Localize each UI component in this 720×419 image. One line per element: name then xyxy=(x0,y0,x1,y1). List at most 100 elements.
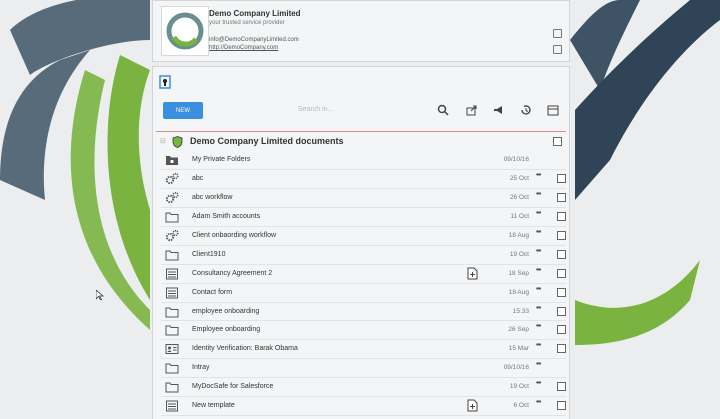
more-options-icon[interactable]: ••• xyxy=(536,305,541,312)
row-checkbox[interactable] xyxy=(557,173,566,183)
folder-title: Demo Company Limited documents xyxy=(190,136,344,146)
list-item[interactable]: My Private Folders 09/10/16 xyxy=(161,151,566,170)
more-options-icon[interactable]: ••• xyxy=(536,267,541,274)
item-name[interactable]: abc xyxy=(192,175,203,182)
shield-icon xyxy=(172,136,183,148)
history-icon[interactable] xyxy=(520,104,532,116)
list-item[interactable]: New template 6 Oct ••• xyxy=(161,397,566,417)
item-date: 26 Sep xyxy=(508,326,529,334)
item-date: 18 Aug xyxy=(508,288,529,296)
row-checkbox[interactable] xyxy=(557,306,566,316)
more-options-icon[interactable]: ••• xyxy=(536,210,541,217)
folder-header: ⊟ Demo Company Limited documents xyxy=(156,133,566,151)
megaphone-icon[interactable] xyxy=(493,104,505,116)
item-name[interactable]: My Private Folders xyxy=(192,156,250,163)
item-date: 15 Mar xyxy=(508,345,529,353)
item-date: 11 Oct xyxy=(510,212,529,220)
item-name[interactable]: Contact form xyxy=(192,289,232,296)
share-icon[interactable] xyxy=(466,104,478,116)
more-options-icon[interactable]: ••• xyxy=(536,323,541,330)
expand-icon[interactable]: ⊟ xyxy=(160,137,166,145)
folder-icon xyxy=(165,305,179,319)
item-name[interactable]: Consultancy Agreement 2 xyxy=(192,270,272,277)
row-checkbox[interactable] xyxy=(557,192,566,202)
item-name[interactable]: abc workflow xyxy=(192,194,232,201)
new-button[interactable]: NEW xyxy=(163,102,203,119)
more-options-icon[interactable]: ••• xyxy=(536,380,541,387)
row-checkbox[interactable] xyxy=(557,325,566,335)
item-date: 09/10/16 xyxy=(503,364,529,372)
item-name[interactable]: Identity Verification: Barak Obama xyxy=(192,345,298,352)
item-date: 19 Oct xyxy=(509,250,529,258)
list-item[interactable]: Consultancy Agreement 2 18 Sep ••• xyxy=(161,265,566,284)
select-all-checkbox[interactable] xyxy=(553,137,562,146)
calendar-icon[interactable] xyxy=(547,104,559,116)
list-item[interactable]: abc 25 Oct ••• xyxy=(161,170,566,189)
more-options-icon[interactable]: ••• xyxy=(536,399,541,406)
list-item[interactable]: Intray 09/10/16 ••• xyxy=(161,359,566,379)
item-name[interactable]: Client onbaording workflow xyxy=(192,232,276,239)
toolbar-divider xyxy=(156,131,566,132)
form-icon xyxy=(165,399,179,413)
item-date: 15:33 xyxy=(512,307,529,315)
list-item[interactable]: Employee onboarding 26 Sep ••• xyxy=(161,321,566,341)
folder-lock-icon xyxy=(165,153,179,167)
folder-icon xyxy=(165,323,179,337)
row-checkbox[interactable] xyxy=(557,249,566,259)
item-name[interactable]: Intray xyxy=(192,364,210,371)
search-input[interactable]: Search in... xyxy=(298,106,358,113)
gears-icon xyxy=(165,172,179,186)
item-date: 6 Oct xyxy=(513,402,529,410)
more-options-icon[interactable]: ••• xyxy=(536,361,541,368)
add-document-icon[interactable] xyxy=(467,399,478,412)
list-item[interactable]: Client onbaording workflow 18 Aug ••• xyxy=(161,227,566,246)
more-options-icon[interactable]: ••• xyxy=(536,191,541,198)
item-name[interactable]: MyDocSafe for Salesforce xyxy=(192,383,273,390)
close-icon[interactable] xyxy=(553,45,562,54)
row-checkbox[interactable] xyxy=(557,268,566,278)
list-item[interactable]: MyDocSafe for Salesforce 19 Oct ••• xyxy=(161,378,566,398)
folder-icon xyxy=(165,210,179,224)
save-icon[interactable] xyxy=(553,29,562,38)
item-name[interactable]: Client1910 xyxy=(192,251,225,258)
folder-icon xyxy=(165,361,179,375)
item-date: 18 Aug xyxy=(508,231,529,239)
more-options-icon[interactable]: ••• xyxy=(536,342,541,349)
row-checkbox[interactable] xyxy=(557,287,566,297)
form-icon xyxy=(165,267,179,281)
company-name: Demo Company Limited xyxy=(209,9,301,18)
row-checkbox[interactable] xyxy=(557,230,566,240)
list-item[interactable]: abc workflow 26 Oct ••• xyxy=(161,189,566,208)
mydocsafe-logo-icon xyxy=(159,75,171,89)
list-item[interactable]: Client1910 19 Oct ••• xyxy=(161,246,566,265)
documents-panel: NEW Search in... ⊟ Demo Company Limited … xyxy=(152,66,570,419)
list-item[interactable]: Adam Smith accounts 11 Oct ••• xyxy=(161,208,566,227)
list-item[interactable]: Identity Verification: Barak Obama 15 Mar… xyxy=(161,340,566,360)
row-checkbox[interactable] xyxy=(557,344,566,354)
add-document-icon[interactable] xyxy=(467,267,478,280)
mouse-cursor-icon xyxy=(96,290,104,300)
list-item[interactable]: Contact form 18 Aug ••• xyxy=(161,284,566,303)
folder-icon xyxy=(165,380,179,394)
more-options-icon[interactable]: ••• xyxy=(536,172,541,179)
company-email[interactable]: info@DemoCompanyLimited.com xyxy=(209,37,299,43)
more-options-icon[interactable]: ••• xyxy=(536,229,541,236)
more-options-icon[interactable]: ••• xyxy=(536,248,541,255)
gears-icon xyxy=(165,229,179,243)
more-options-icon[interactable]: ••• xyxy=(536,286,541,293)
item-name[interactable]: Employee onboarding xyxy=(192,326,260,333)
company-url[interactable]: http://DemoCompany.com xyxy=(209,45,278,51)
item-name[interactable]: New template xyxy=(192,402,235,409)
document-list: My Private Folders 09/10/16 abc 25 Oct ••• ab… xyxy=(161,151,566,417)
item-date: 26 Oct xyxy=(509,193,529,201)
item-name[interactable]: employee onboarding xyxy=(192,308,259,315)
row-checkbox[interactable] xyxy=(557,211,566,221)
company-card: Demo Company Limited your trusted servic… xyxy=(152,0,570,62)
item-name[interactable]: Adam Smith accounts xyxy=(192,213,260,220)
row-checkbox[interactable] xyxy=(557,401,566,411)
item-date: 09/10/16 xyxy=(503,156,529,163)
item-date: 18 Sep xyxy=(508,269,529,277)
list-item[interactable]: employee onboarding 15:33 ••• xyxy=(161,303,566,322)
row-checkbox[interactable] xyxy=(557,382,566,392)
search-icon[interactable] xyxy=(437,104,449,116)
